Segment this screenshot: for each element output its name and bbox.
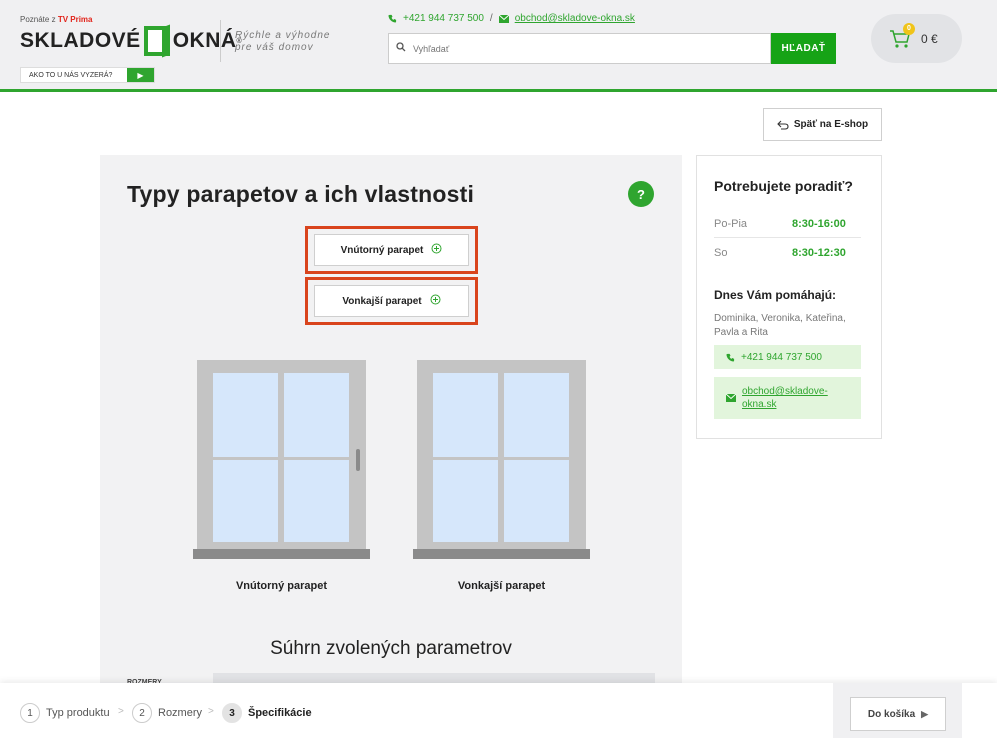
page-title: Typy parapetov a ich vlastnosti xyxy=(127,181,475,207)
step-label: Typ produktu xyxy=(46,707,110,719)
logo[interactable]: SKLADOVÉ OKNÁ ® xyxy=(20,24,242,58)
window-pane xyxy=(433,460,498,542)
logo-text-left: SKLADOVÉ xyxy=(20,29,141,52)
window-sill xyxy=(193,549,370,559)
window-label-inner: Vnútorný parapet xyxy=(235,580,328,592)
window-pane xyxy=(284,373,349,457)
search-box xyxy=(388,33,771,64)
window-frame xyxy=(197,360,366,550)
step-3[interactable]: 3 Špecifikácie xyxy=(222,703,312,723)
site-header: Poznáte z TV Prima SKLADOVÉ OKNÁ ® AKO T… xyxy=(0,0,997,92)
sidebar-phone-link[interactable]: +421 944 737 500 xyxy=(714,345,861,369)
cart-widget[interactable]: 0 0 € xyxy=(871,14,962,63)
step-label: Špecifikácie xyxy=(248,707,312,719)
helpers-title: Dnes Vám pomáhajú: xyxy=(714,288,837,302)
header-email-link[interactable]: obchod@skladove-okna.sk xyxy=(515,13,635,24)
tagline: Rýchle a výhodne pre váš domov xyxy=(235,30,331,53)
option-inner-sill-label: Vnútorný parapet xyxy=(340,244,424,256)
back-arrow-icon xyxy=(777,120,789,130)
plus-circle-icon xyxy=(430,294,441,308)
hours-row: Po-Pia 8:30-16:00 xyxy=(714,210,861,238)
cart-price: 0 € xyxy=(921,31,938,46)
step-1[interactable]: 1 Typ produktu xyxy=(20,703,110,723)
window-pane xyxy=(504,373,569,457)
sidebar-phone: +421 944 737 500 xyxy=(741,351,822,363)
summary-title: Súhrn zvolených parametrov xyxy=(270,638,512,659)
ako-to-u-nas-button[interactable]: AKO TO U NÁS VYZERÁ? ▶ xyxy=(20,67,155,83)
step-2[interactable]: 2 Rozmery xyxy=(132,703,202,723)
tv-prefix: Poznáte z xyxy=(20,15,56,24)
option-highlight-inner: Vnútorný parapet xyxy=(305,226,478,274)
option-highlight-outer: Vonkajší parapet xyxy=(305,277,478,325)
search-input[interactable] xyxy=(413,43,753,54)
mail-icon xyxy=(498,14,509,23)
tv-brand: TV Prima xyxy=(57,15,93,24)
window-sill xyxy=(413,549,590,559)
option-inner-sill-button[interactable]: Vnútorný parapet xyxy=(314,234,469,266)
logo-text-right: OKNÁ xyxy=(172,29,237,52)
search-icon xyxy=(389,42,413,55)
phone-icon xyxy=(726,353,735,362)
cart-icon: 0 xyxy=(889,22,915,49)
back-to-eshop-label: Späť na E-shop xyxy=(793,119,869,130)
footer-cart-area: Do košíka ▶ xyxy=(833,683,962,738)
step-number: 2 xyxy=(132,703,152,723)
sidebar-email-link[interactable]: obchod@skladove-okna.sk xyxy=(714,377,861,419)
sidebar-title: Potrebujete poradiť? xyxy=(714,178,853,194)
window-pane xyxy=(284,460,349,542)
chevron-right-icon: > xyxy=(208,706,214,717)
sidebar-email: obchod@skladove-okna.sk xyxy=(742,386,828,410)
help-sidebar: Potrebujete poradiť? Po-Pia 8:30-16:00 S… xyxy=(696,155,882,439)
logo-window-icon xyxy=(143,26,170,56)
cart-count-badge: 0 xyxy=(903,22,915,35)
option-outer-sill-label: Vonkajší parapet xyxy=(342,295,422,307)
window-label-outer: Vonkajší parapet xyxy=(457,580,546,592)
back-to-eshop-button[interactable]: Späť na E-shop xyxy=(763,108,882,141)
hours-time: 8:30-16:00 xyxy=(792,217,846,230)
tv-tagline: Poznáte z TV Prima xyxy=(20,15,93,24)
window-handle xyxy=(356,449,360,471)
main-panel: Typy parapetov a ich vlastnosti ? Vnútor… xyxy=(100,155,682,695)
play-arrow-icon: ▶ xyxy=(921,708,929,719)
plus-circle-icon xyxy=(431,243,442,257)
hours-row: So 8:30-12:30 xyxy=(714,239,861,267)
window-pane xyxy=(213,373,278,457)
mail-icon xyxy=(726,394,736,402)
step-label: Rozmery xyxy=(158,707,203,719)
window-pane xyxy=(504,460,569,542)
header-divider xyxy=(220,20,221,62)
search-button[interactable]: HĽADAŤ xyxy=(771,33,836,64)
hours-day: So xyxy=(714,247,728,259)
helpers-names: Dominika, Veronika, Kateřina, Pavla a Ri… xyxy=(714,313,846,338)
step-number: 3 xyxy=(222,703,242,723)
window-pane xyxy=(213,460,278,542)
play-icon: ▶ xyxy=(127,68,154,82)
step-number: 1 xyxy=(20,703,40,723)
ako-label: AKO TO U NÁS VYZERÁ? xyxy=(29,71,113,79)
header-phone[interactable]: +421 944 737 500 xyxy=(403,13,484,24)
step-footer: 1 Typ produktu > 2 Rozmery > 3 Špecifiká… xyxy=(0,683,997,738)
contact-separator: / xyxy=(489,13,493,24)
header-contact: +421 944 737 500 / obchod@skladove-okna.… xyxy=(388,13,635,24)
chevron-right-icon: > xyxy=(118,706,124,717)
add-to-cart-label: Do košíka xyxy=(867,708,916,720)
hours-day: Po-Pia xyxy=(714,217,748,230)
window-pane xyxy=(433,373,498,457)
option-outer-sill-button[interactable]: Vonkajší parapet xyxy=(314,285,469,317)
add-to-cart-button[interactable]: Do košíka ▶ xyxy=(850,697,946,731)
hours-time: 8:30-12:30 xyxy=(792,247,846,259)
window-frame xyxy=(417,360,586,550)
phone-icon xyxy=(388,14,397,23)
help-icon[interactable]: ? xyxy=(628,181,654,207)
